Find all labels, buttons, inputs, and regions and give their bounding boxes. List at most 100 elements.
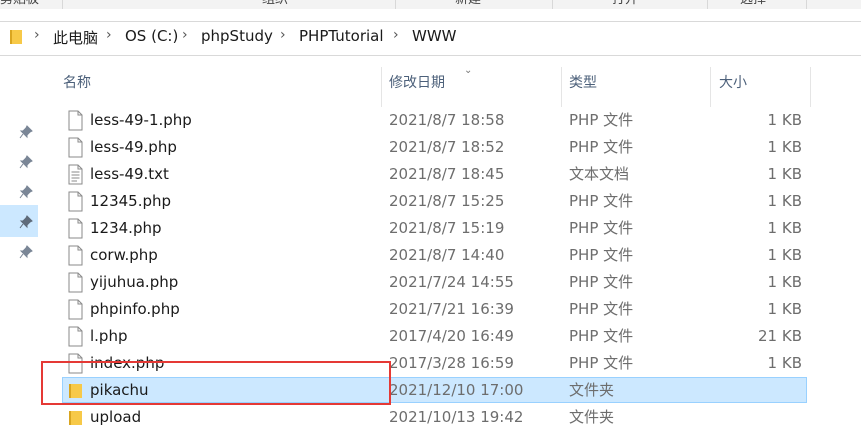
file-size: 1 KB — [767, 273, 802, 291]
file-row[interactable]: index.php 2017/3/28 16:59 PHP 文件 1 KB — [40, 350, 861, 377]
file-row[interactable]: 1234.php 2021/8/7 15:19 PHP 文件 1 KB — [40, 215, 861, 242]
file-size: 1 KB — [767, 165, 802, 183]
ribbon-divider — [62, 0, 63, 9]
column-header-size[interactable]: 大小 — [719, 67, 747, 107]
pin-icon[interactable] — [19, 245, 33, 259]
ribbon-group-select[interactable]: 选择 — [740, 0, 766, 9]
breadcrumb-separator[interactable]: › — [182, 27, 188, 43]
file-type: PHP 文件 — [569, 300, 634, 318]
file-row[interactable]: less-49.txt 2021/8/7 18:45 文本文档 1 KB — [40, 161, 861, 188]
file-type: 文本文档 — [569, 165, 630, 183]
text-file-icon — [68, 164, 83, 185]
file-row[interactable]: yijuhua.php 2021/7/24 14:55 PHP 文件 1 KB — [40, 269, 861, 296]
column-header-name[interactable]: 名称 — [63, 67, 91, 107]
file-size: 1 KB — [767, 219, 802, 237]
file-modified-date: 2021/8/7 18:52 — [389, 138, 505, 156]
file-modified-date: 2021/7/24 14:55 — [389, 273, 514, 291]
breadcrumb-separator[interactable]: › — [106, 27, 112, 43]
column-header-type[interactable]: 类型 — [569, 67, 597, 107]
file-type: 文件夹 — [569, 408, 615, 426]
file-modified-date: 2021/8/7 18:45 — [389, 165, 505, 183]
file-size: 1 KB — [767, 354, 802, 372]
file-size — [712, 377, 802, 404]
file-name[interactable]: less-49-1.php — [90, 107, 192, 134]
column-header-date[interactable]: 修改日期 — [389, 67, 445, 107]
file-name[interactable]: l.php — [90, 323, 128, 350]
ribbon-remnant: 剪贴板 组织 新建 打开 选择 — [0, 0, 861, 9]
pin-icon[interactable] — [19, 125, 33, 139]
file-row[interactable]: phpinfo.php 2021/7/21 16:39 PHP 文件 1 KB — [40, 296, 861, 323]
ribbon-group-open[interactable]: 打开 — [612, 0, 638, 9]
breadcrumb-www[interactable]: WWW — [412, 27, 457, 45]
breadcrumb-separator[interactable]: › — [280, 27, 286, 43]
breadcrumb-this-pc[interactable]: 此电脑 — [53, 27, 98, 48]
file-name[interactable]: 1234.php — [90, 215, 162, 242]
php-file-icon — [68, 326, 83, 347]
ribbon-group-clipboard[interactable]: 剪贴板 — [0, 0, 39, 9]
file-name[interactable]: less-49.php — [90, 134, 177, 161]
file-modified-date: 2021/8/7 18:58 — [389, 111, 505, 129]
file-type: 文件夹 — [569, 381, 615, 399]
file-modified-date: 2021/8/7 15:25 — [389, 192, 505, 210]
file-name[interactable]: less-49.txt — [90, 161, 169, 188]
address-bar: › 此电脑 › OS (C:) › phpStudy › PHPTutorial… — [0, 9, 861, 67]
file-type: PHP 文件 — [569, 111, 634, 129]
folder-icon — [69, 384, 82, 398]
address-breadcrumb[interactable]: › 此电脑 › OS (C:) › phpStudy › PHPTutorial… — [0, 21, 861, 56]
file-type: PHP 文件 — [569, 246, 634, 264]
file-row[interactable]: 12345.php 2021/8/7 15:25 PHP 文件 1 KB — [40, 188, 861, 215]
file-size: 1 KB — [767, 192, 802, 210]
file-list: less-49-1.php 2021/8/7 18:58 PHP 文件 1 KB les… — [40, 107, 861, 426]
pin-icon[interactable] — [19, 185, 33, 199]
ribbon-divider — [552, 0, 553, 9]
file-row[interactable]: pikachu 2021/12/10 17:00 文件夹 — [40, 377, 861, 404]
navigation-pane — [0, 67, 40, 426]
file-modified-date: 2021/8/7 14:40 — [389, 246, 505, 264]
ribbon-group-new[interactable]: 新建 — [455, 0, 481, 9]
file-modified-date: 2021/10/13 19:42 — [389, 408, 524, 426]
file-size — [712, 404, 802, 431]
column-divider[interactable] — [810, 67, 811, 107]
file-row[interactable]: less-49-1.php 2021/8/7 18:58 PHP 文件 1 KB — [40, 107, 861, 134]
ribbon-divider — [395, 0, 396, 9]
file-name[interactable]: upload — [90, 404, 141, 431]
file-row[interactable]: less-49.php 2021/8/7 18:52 PHP 文件 1 KB — [40, 134, 861, 161]
pin-icon[interactable] — [19, 155, 33, 169]
ribbon-divider — [707, 0, 708, 9]
file-size: 1 KB — [767, 300, 802, 318]
file-size: 21 KB — [758, 327, 802, 345]
file-size: 1 KB — [767, 138, 802, 156]
file-name[interactable]: 12345.php — [90, 188, 171, 215]
ribbon-divider — [806, 0, 807, 9]
ribbon-group-organize[interactable]: 组织 — [262, 0, 288, 9]
file-row[interactable]: l.php 2017/4/20 16:49 PHP 文件 21 KB — [40, 323, 861, 350]
breadcrumb-phptutorial[interactable]: PHPTutorial — [299, 27, 384, 45]
sort-chevron-icon: ⌄ — [464, 65, 473, 76]
file-modified-date: 2017/4/20 16:49 — [389, 327, 514, 345]
file-name[interactable]: phpinfo.php — [90, 296, 180, 323]
file-row[interactable]: upload 2021/10/13 19:42 文件夹 — [40, 404, 861, 431]
column-divider[interactable] — [561, 67, 562, 107]
column-headers: 名称 ⌄ 修改日期 类型 大小 — [40, 65, 861, 107]
file-name[interactable]: index.php — [90, 350, 164, 377]
breadcrumb-drive-c[interactable]: OS (C:) — [125, 27, 178, 45]
column-divider[interactable] — [710, 67, 711, 107]
file-row[interactable]: corw.php 2021/8/7 14:40 PHP 文件 1 KB — [40, 242, 861, 269]
pin-icon[interactable] — [19, 215, 33, 229]
file-type: PHP 文件 — [569, 327, 634, 345]
breadcrumb-separator[interactable]: › — [34, 27, 40, 43]
file-modified-date: 2017/3/28 16:59 — [389, 354, 514, 372]
file-type: PHP 文件 — [569, 138, 634, 156]
file-name[interactable]: pikachu — [90, 377, 149, 404]
breadcrumb-separator[interactable]: › — [393, 27, 399, 43]
folder-icon — [69, 411, 82, 425]
column-divider[interactable] — [381, 67, 382, 107]
php-file-icon — [68, 218, 83, 239]
file-name[interactable]: corw.php — [90, 242, 158, 269]
file-size: 1 KB — [767, 111, 802, 129]
file-type: PHP 文件 — [569, 192, 634, 210]
breadcrumb-phpstudy[interactable]: phpStudy — [201, 27, 273, 45]
php-file-icon — [68, 272, 83, 293]
file-name[interactable]: yijuhua.php — [90, 269, 178, 296]
php-file-icon — [68, 299, 83, 320]
